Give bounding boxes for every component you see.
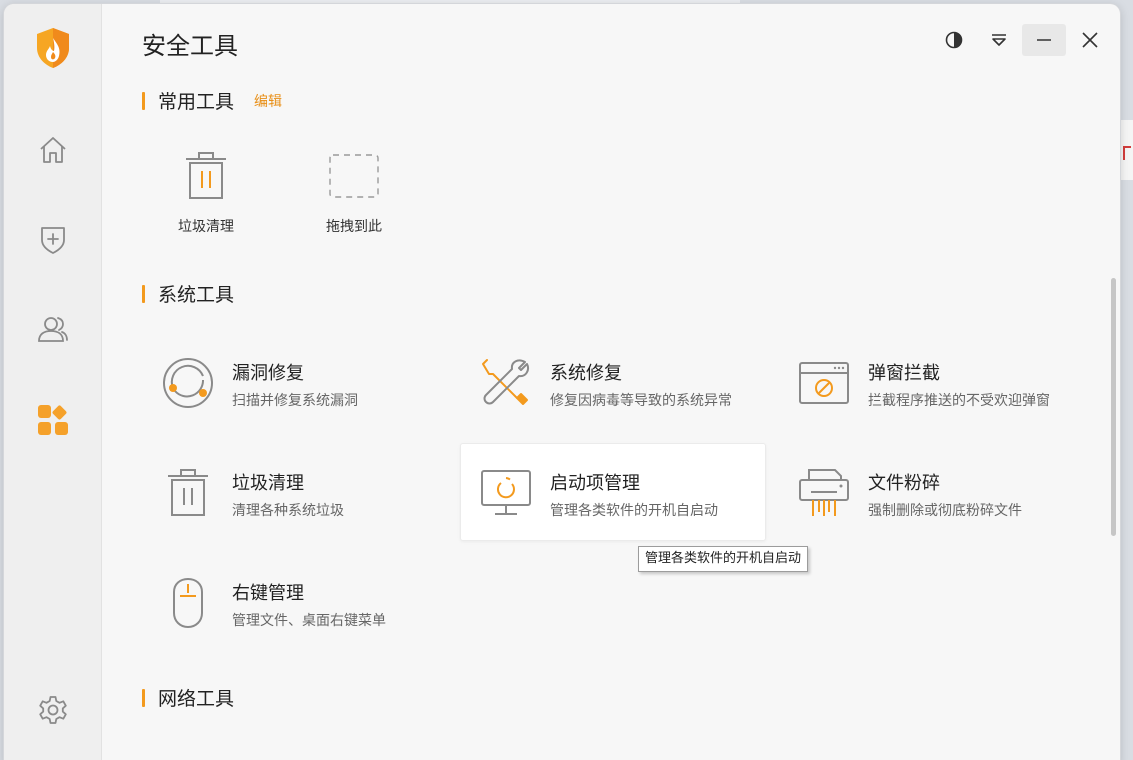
minimize-icon <box>1037 39 1051 41</box>
tool-context-menu[interactable]: 右键管理 管理文件、桌面右键菜单 <box>160 555 466 653</box>
section-system-tools: 系统工具 <box>142 280 234 307</box>
background-window-edge <box>1120 120 1133 180</box>
tool-desc: 拦截程序推送的不受欢迎弹窗 <box>868 393 1050 409</box>
sidebar-item-tools[interactable] <box>33 400 73 440</box>
app-logo-icon <box>33 26 73 70</box>
tool-desc: 扫描并修复系统漏洞 <box>232 393 358 409</box>
chevron-down-icon <box>992 34 1006 46</box>
tool-name: 右键管理 <box>232 583 304 604</box>
section-title: 常用工具 <box>158 91 235 113</box>
popup-block-icon <box>799 362 849 404</box>
tool-vulnerability-fix[interactable]: 漏洞修复 扫描并修复系统漏洞 <box>160 335 466 433</box>
tool-popup-block[interactable]: 弹窗拦截 拦截程序推送的不受欢迎弹窗 <box>796 335 1102 433</box>
shield-plus-icon <box>41 227 65 254</box>
repair-tools-icon <box>482 359 529 405</box>
theme-toggle-button[interactable] <box>932 24 976 56</box>
trash-icon <box>186 152 226 199</box>
quick-tool-drop-slot[interactable]: 拖拽到此 <box>299 148 409 236</box>
contrast-icon <box>945 31 963 49</box>
tool-file-shredder[interactable]: 文件粉碎 强制删除或彻底粉碎文件 <box>796 445 1102 543</box>
vulnerability-icon <box>163 358 213 408</box>
page-title: 安全工具 <box>142 32 238 60</box>
startup-monitor-icon <box>481 470 531 515</box>
tool-name: 漏洞修复 <box>232 363 304 384</box>
users-icon <box>38 317 68 342</box>
sidebar-item-settings[interactable] <box>33 690 73 730</box>
tool-name: 系统修复 <box>550 363 622 384</box>
tool-system-repair[interactable]: 系统修复 修复因病毒等导致的系统异常 <box>478 335 784 433</box>
tool-desc: 清理各种系统垃圾 <box>232 503 344 519</box>
close-icon <box>1082 32 1098 48</box>
vertical-scrollbar[interactable] <box>1111 278 1116 536</box>
home-icon <box>40 137 66 163</box>
quick-tool-label: 垃圾清理 <box>178 219 234 235</box>
sidebar-item-home[interactable] <box>33 130 73 170</box>
gear-icon <box>39 696 67 724</box>
quick-tool-trash[interactable]: 垃圾清理 <box>151 148 261 236</box>
edit-link[interactable]: 编辑 <box>254 91 282 111</box>
trash-icon <box>168 469 208 516</box>
sidebar-item-protection[interactable] <box>33 219 73 259</box>
tool-name: 文件粉碎 <box>868 473 940 494</box>
mouse-icon <box>173 577 203 629</box>
quick-tool-label: 拖拽到此 <box>326 219 382 235</box>
main-panel: 安全工具 常用工具 编辑 垃圾清理 拖拽到此 系统工具 漏洞修复 扫描并修复系统… <box>102 4 1120 760</box>
security-tools-window: 安全工具 常用工具 编辑 垃圾清理 拖拽到此 系统工具 漏洞修复 扫描并修复系统… <box>4 4 1120 760</box>
section-title: 系统工具 <box>158 284 235 306</box>
tool-name: 弹窗拦截 <box>868 363 940 384</box>
tool-name: 垃圾清理 <box>232 473 304 494</box>
section-network-tools: 网络工具 <box>142 684 234 711</box>
minimize-button[interactable] <box>1022 24 1066 56</box>
tool-startup-manager[interactable]: 启动项管理 管理各类软件的开机自启动 <box>460 443 766 541</box>
tool-desc: 管理文件、桌面右键菜单 <box>232 613 386 629</box>
shredder-icon <box>799 469 849 516</box>
sidebar <box>4 4 102 760</box>
apps-icon <box>38 405 68 435</box>
tool-desc: 修复因病毒等导致的系统异常 <box>550 393 732 409</box>
sidebar-item-accounts[interactable] <box>33 309 73 349</box>
section-common-tools: 常用工具 编辑 <box>142 87 282 114</box>
section-title: 网络工具 <box>158 688 235 710</box>
tool-desc: 管理各类软件的开机自启动 <box>550 503 718 519</box>
close-button[interactable] <box>1068 24 1112 56</box>
tooltip: 管理各类软件的开机自启动 <box>638 546 809 572</box>
tool-trash-clean[interactable]: 垃圾清理 清理各种系统垃圾 <box>160 445 466 543</box>
menu-dropdown-button[interactable] <box>977 24 1021 56</box>
tool-name: 启动项管理 <box>550 473 640 494</box>
tool-desc: 强制删除或彻底粉碎文件 <box>868 503 1022 519</box>
drop-slot-icon <box>329 154 379 198</box>
